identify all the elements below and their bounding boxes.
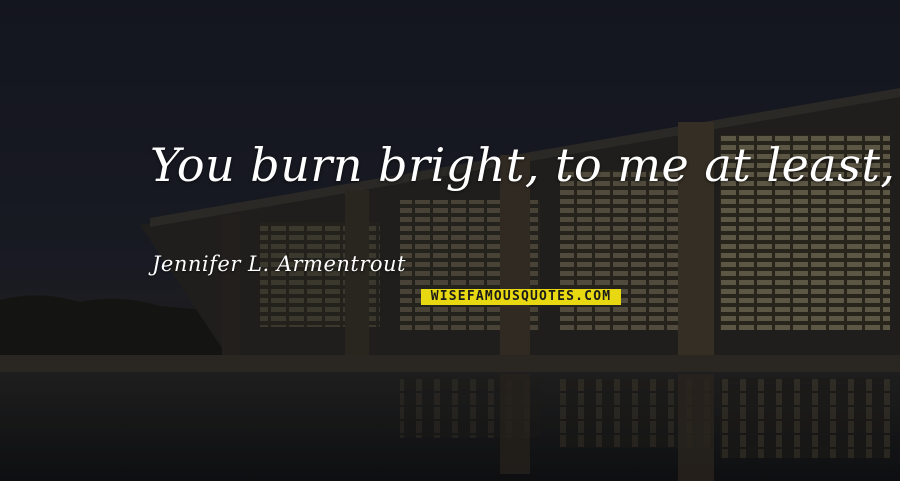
- quote-author: Jennifer L. Armentrout: [152, 252, 406, 276]
- watermark-logo: WISEFAMOUSQUOTES.COM: [421, 289, 621, 305]
- quote-text: You burn bright, to me at least,: [150, 138, 896, 192]
- background-photo: [0, 0, 900, 481]
